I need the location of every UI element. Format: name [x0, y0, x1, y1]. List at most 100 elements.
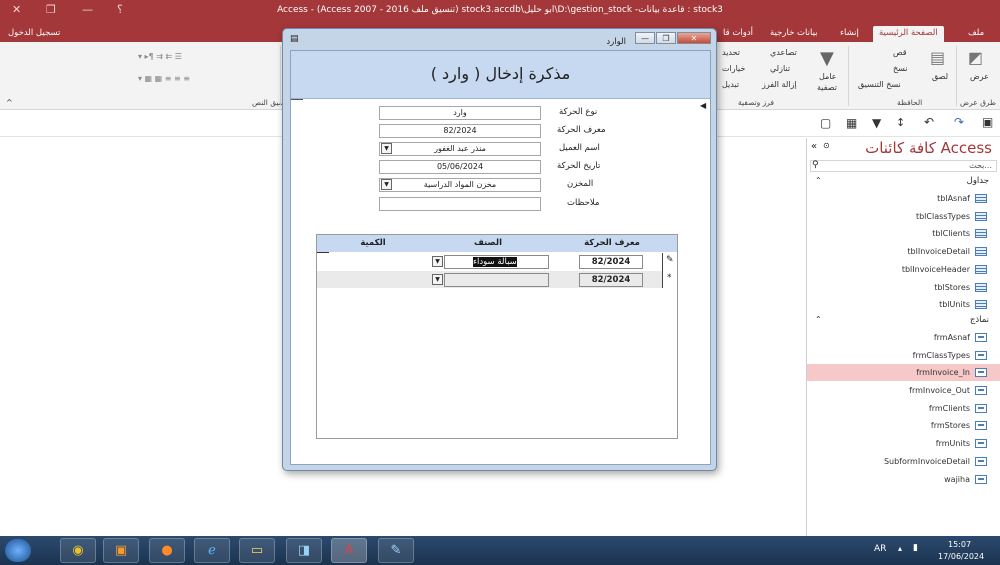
advanced-button[interactable]: خيارات	[722, 64, 745, 73]
nav-search-input[interactable]: بحث...	[810, 160, 997, 172]
view-label[interactable]: عرض	[970, 72, 989, 81]
paint-taskbar-icon[interactable]: ✎	[378, 538, 414, 563]
signin-link[interactable]: تسجيل الدخول	[2, 26, 66, 42]
access-taskbar-icon[interactable]: A	[331, 538, 367, 563]
tab-create[interactable]: إنشاء	[834, 26, 865, 42]
nav-item-label: frmInvoice_Out	[909, 386, 970, 395]
form-window-icon: ▤	[290, 34, 299, 44]
sort-descending-button[interactable]: تنازلي	[770, 64, 790, 73]
col-item-header[interactable]: الصنف	[429, 235, 547, 252]
chevron-up-icon[interactable]: ⌃	[815, 176, 822, 185]
tab-tools[interactable]: أدوات قا	[717, 26, 759, 42]
nav-table-item[interactable]: tblInvoiceDetail	[807, 243, 1000, 260]
font-format-icons[interactable]: ▾ ▸¶ ⇉ ⇇ ☰	[138, 52, 182, 61]
nav-table-item[interactable]: tblStores	[807, 279, 1000, 296]
clock-time[interactable]: 15:07	[948, 540, 971, 549]
format-painter-button[interactable]: نسخ التنسيق	[858, 80, 901, 89]
paste-icon[interactable]: ▤	[930, 48, 945, 67]
explorer-taskbar-icon[interactable]: ▭	[239, 538, 275, 563]
tray-arrow-icon[interactable]: ▴	[898, 544, 902, 553]
col-id-header[interactable]: معرف الحركة	[547, 235, 677, 252]
date-field[interactable]: 05/06/2024	[379, 160, 541, 174]
taskbar: ◉ ▣ ● ℯ ▭ ◨ A ✎ AR ▴ ▮ 15:07 17/06/2024	[0, 536, 1000, 565]
firefox-taskbar-icon[interactable]: ●	[149, 538, 185, 563]
filter-small-icon[interactable]: ▼	[872, 116, 881, 130]
paste-label[interactable]: لصق	[932, 72, 948, 81]
redo-icon[interactable]: ↷	[954, 115, 964, 129]
store-combo[interactable]: مخزن المواد الدراسية	[379, 178, 541, 192]
nav-form-item[interactable]: frmInvoice_In	[807, 364, 1000, 382]
client-combo[interactable]: منذر عبد الغفور	[379, 142, 541, 156]
row2-id-cell[interactable]: 82/2024	[579, 273, 643, 287]
tab-home[interactable]: الصفحة الرئيسية	[873, 26, 944, 42]
pane-menu-icon[interactable]: ⊙	[823, 141, 830, 150]
table-icon[interactable]: ▦	[846, 116, 857, 130]
type-field[interactable]: وارد	[379, 106, 541, 120]
chrome-taskbar-icon[interactable]: ◉	[60, 538, 96, 563]
nav-table-item[interactable]: tblInvoiceHeader	[807, 261, 1000, 278]
form-header: مذكرة إدخال ( وارد )	[291, 51, 710, 99]
new-record-asterisk-icon: *	[667, 273, 672, 283]
store-dropdown-icon[interactable]: ▼	[381, 179, 392, 190]
cut-button[interactable]: قص	[893, 48, 907, 57]
save-icon[interactable]: ▣	[982, 115, 993, 129]
nav-form-item[interactable]: SubformInvoiceDetail	[807, 453, 1000, 470]
nav-group-forms[interactable]: نماذج	[810, 315, 997, 329]
notes-field[interactable]	[379, 197, 541, 211]
notes-taskbar-icon[interactable]: ◨	[286, 538, 322, 563]
view-icon[interactable]: ◩	[968, 48, 983, 67]
nav-form-item[interactable]: frmAsnaf	[807, 329, 1000, 346]
nav-form-item[interactable]: frmClients	[807, 400, 1000, 417]
language-indicator[interactable]: AR	[874, 544, 886, 554]
id-field[interactable]: 82/2024	[379, 124, 541, 138]
row2-item-dropdown-icon[interactable]: ▼	[432, 274, 443, 285]
ie-taskbar-icon[interactable]: ℯ	[194, 538, 230, 563]
nav-form-item[interactable]: frmStores	[807, 417, 1000, 434]
form-minimize-button[interactable]: —	[635, 32, 655, 44]
chevron-up-icon[interactable]: ⌃	[815, 315, 822, 324]
row2-item-combo[interactable]	[444, 273, 549, 287]
form-icon	[975, 386, 987, 395]
nav-table-item[interactable]: tblAsnaf	[807, 190, 1000, 207]
notes-label: ملاحظات	[567, 198, 600, 208]
row1-item-dropdown-icon[interactable]: ▼	[432, 256, 443, 267]
form-restore-button[interactable]: ❐	[656, 32, 676, 44]
network-icon[interactable]: ▮	[913, 543, 918, 553]
sort-ascending-button[interactable]: تصاعدي	[770, 48, 797, 57]
nav-form-item[interactable]: wajiha	[807, 471, 1000, 488]
form-close-button[interactable]: ✕	[677, 32, 711, 44]
record-selector-icon[interactable]: ◀	[700, 101, 706, 110]
selection-button[interactable]: تحديد	[722, 48, 740, 57]
sort-icon[interactable]: ↕	[896, 116, 905, 129]
clock-date[interactable]: 17/06/2024	[938, 552, 984, 561]
nav-form-item[interactable]: frmInvoice_Out	[807, 382, 1000, 399]
new-icon[interactable]: ▢	[820, 116, 831, 130]
col-qty-header[interactable]: الكمية	[317, 235, 429, 252]
nav-group-tables[interactable]: جداول	[810, 176, 997, 190]
toggle-filter-button[interactable]: تبديل	[722, 80, 739, 89]
paragraph-format-icons[interactable]: ▾ ▦ ▦ ≡ ≡ ≡	[138, 74, 190, 83]
nav-form-item[interactable]: frmUnits	[807, 435, 1000, 452]
row1-item-combo[interactable]: سبالة سوداء	[444, 255, 549, 269]
row-edit-pencil-icon: ✎	[666, 255, 674, 265]
nav-table-item[interactable]: tblClassTypes	[807, 208, 1000, 225]
remove-sort-button[interactable]: إزالة الفرز	[762, 80, 797, 89]
tab-file[interactable]: ملف	[962, 26, 990, 42]
collapse-ribbon-icon[interactable]: ^	[6, 98, 13, 107]
group-views: طرق عرض	[960, 98, 996, 107]
nav-form-item[interactable]: frmClassTypes	[807, 347, 1000, 364]
media-taskbar-icon[interactable]: ▣	[103, 538, 139, 563]
undo-icon[interactable]: ↶	[924, 115, 934, 129]
table-icon	[975, 282, 987, 292]
start-button[interactable]	[5, 539, 31, 562]
nav-item-label: frmStores	[930, 421, 970, 431]
collapse-pane-icon[interactable]: «	[811, 141, 817, 152]
filter-icon[interactable]: ▼	[820, 48, 834, 69]
nav-item-label: tblStores	[934, 282, 970, 292]
client-dropdown-icon[interactable]: ▼	[381, 143, 392, 154]
copy-button[interactable]: نسخ	[893, 64, 908, 73]
nav-table-item[interactable]: tblClients	[807, 225, 1000, 242]
nav-table-item[interactable]: tblUnits	[807, 296, 1000, 313]
tab-external-data[interactable]: بيانات خارجية	[764, 26, 824, 42]
row1-id-cell[interactable]: 82/2024	[579, 255, 643, 269]
